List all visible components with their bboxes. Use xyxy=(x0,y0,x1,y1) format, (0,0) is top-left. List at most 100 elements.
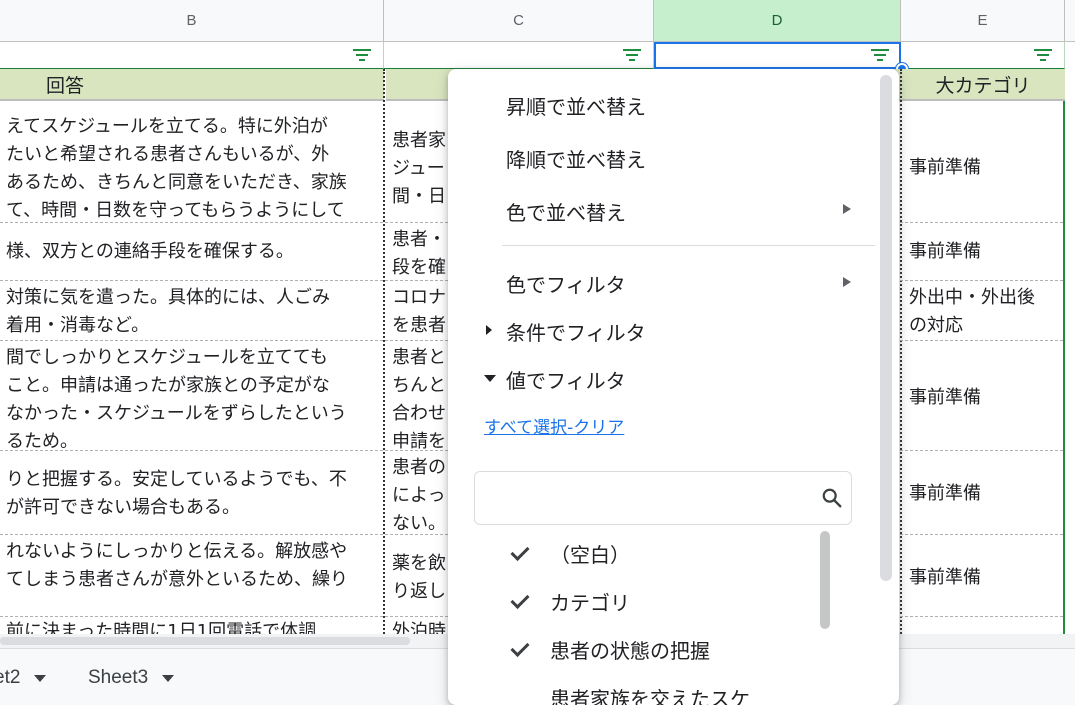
column-header-b[interactable]: B xyxy=(0,0,384,42)
header-cell-e[interactable]: 大カテゴリ xyxy=(901,69,1065,101)
value-option[interactable]: 患者家族を交えたスケ xyxy=(512,683,750,705)
values-list-scrollbar[interactable] xyxy=(820,531,830,629)
check-icon xyxy=(512,595,534,609)
submenu-arrow-icon xyxy=(843,204,851,214)
column-letter: E xyxy=(977,12,988,29)
sheet-tab[interactable]: Sheet3 xyxy=(88,667,175,689)
clear-link[interactable]: クリア xyxy=(573,418,624,438)
cell-text: 外泊時 xyxy=(392,621,446,634)
filter-by-color-item[interactable]: 色でフィルタ xyxy=(506,269,626,298)
sort-descending-item[interactable]: 降順で並べ替え xyxy=(506,144,646,173)
cell-text: ない。 xyxy=(392,513,446,534)
chevron-down-icon[interactable] xyxy=(34,674,47,682)
cell-b[interactable]: 対策に気を遣った。具体的には、人ごみ 着用・消毒など。 xyxy=(0,280,382,340)
cell-c[interactable]: 患者・ 段を確 xyxy=(386,222,456,280)
cell-text: ちんと xyxy=(392,375,446,396)
cell-text: あるため、きちんと同意をいただき、家族 xyxy=(6,172,347,193)
cell-e[interactable]: 事前準備 xyxy=(903,380,1063,420)
menu-divider xyxy=(502,245,875,246)
cell-c[interactable]: 患者と ちんと 合わせ 申請を xyxy=(386,340,456,450)
cell-b[interactable]: れないようにしっかりと伝える。解放感や てしまう患者さんが意外といるため、繰り xyxy=(0,534,382,596)
cell-b[interactable]: 前に決まった時間に1日1回電話で体調 xyxy=(0,618,382,634)
select-all-link[interactable]: すべて選択 xyxy=(484,418,567,438)
cell-text: 患者の xyxy=(392,457,446,478)
column-header-c[interactable]: C xyxy=(384,0,654,42)
cell-text: 患者と xyxy=(392,347,446,368)
cell-text: によっ xyxy=(392,485,446,506)
collapse-arrow-icon[interactable] xyxy=(484,375,496,382)
cell-text: 様、双方との連絡手段を確保する。 xyxy=(6,241,294,262)
column-header-e[interactable]: E xyxy=(901,0,1065,42)
cell-e[interactable]: 事前準備 xyxy=(903,150,1063,190)
column-letter: D xyxy=(771,12,783,29)
cell-text: 間でしっかりとスケジュールを立てても xyxy=(6,347,328,368)
cell-text: 外出中・外出後 xyxy=(909,287,1035,308)
cell-text: りと把握する。安定しているようでも、不 xyxy=(6,469,347,490)
cell-text: 事前準備 xyxy=(909,483,981,504)
cell-b[interactable]: りと把握する。安定しているようでも、不 が許可できない場合もある。 xyxy=(0,462,382,522)
cell-text: 薬を飲 xyxy=(392,553,446,574)
chevron-down-icon[interactable] xyxy=(162,674,175,682)
filter-icon[interactable] xyxy=(1034,48,1052,62)
menu-scrollbar[interactable] xyxy=(880,75,892,581)
cell-text: 合わせ xyxy=(392,403,446,424)
sort-by-color-item[interactable]: 色で並べ替え xyxy=(506,197,626,226)
sheet-tab[interactable]: et2 xyxy=(0,667,47,689)
cell-c[interactable]: 患者の によっ ない。 xyxy=(386,450,456,534)
column-header-d[interactable]: D xyxy=(654,0,901,42)
column-header-f[interactable] xyxy=(1065,0,1075,42)
cell-text: て、時間・日数を守ってもらうようにして xyxy=(6,200,345,221)
header-cell-b[interactable]: 回答 xyxy=(0,69,384,101)
cell-c[interactable]: 外泊時 xyxy=(386,618,456,634)
filter-menu: 昇順で並べ替え 降順で並べ替え 色で並べ替え 色でフィルタ 条件でフィルタ 値で… xyxy=(448,69,899,705)
sheet-tab-label: et2 xyxy=(0,667,21,688)
value-search-input[interactable] xyxy=(475,472,805,522)
scrollbar-thumb[interactable] xyxy=(0,637,410,645)
cell-b[interactable]: 様、双方との連絡手段を確保する。 xyxy=(0,234,382,274)
sheet-tab-label: Sheet3 xyxy=(88,667,149,688)
filter-icon[interactable] xyxy=(353,48,371,62)
cell-text: えてスケジュールを立てる。特に外泊が xyxy=(6,116,328,137)
value-option[interactable]: 患者の状態の把握 xyxy=(512,635,710,664)
filter-by-condition-item[interactable]: 条件でフィルタ xyxy=(506,317,646,346)
cell-e[interactable]: 事前準備 xyxy=(903,476,1063,516)
filter-icon[interactable] xyxy=(623,48,641,62)
cell-text: を患者 xyxy=(392,315,446,336)
filter-cell-b xyxy=(0,42,384,69)
cell-text: 事前準備 xyxy=(909,567,981,588)
expand-arrow-icon[interactable] xyxy=(486,325,492,335)
check-icon xyxy=(512,643,534,657)
cell-text: 患者家 xyxy=(392,130,446,151)
filter-by-values-item[interactable]: 値でフィルタ xyxy=(506,365,626,394)
filter-cell-e xyxy=(901,42,1065,69)
cell-text: 患者・ xyxy=(392,229,446,250)
cell-c[interactable]: 薬を飲 り返し xyxy=(386,546,456,606)
cell-text: 申請を xyxy=(392,431,446,450)
search-icon[interactable] xyxy=(821,487,843,509)
cell-c[interactable]: 患者家 ジュー 間・日 xyxy=(386,123,456,221)
cell-text: 前に決まった時間に1日1回電話で体調 xyxy=(6,621,317,634)
cell-text: コロナ xyxy=(392,287,446,308)
column-divider xyxy=(900,69,902,634)
cell-text: 対策に気を遣った。具体的には、人ごみ xyxy=(6,287,330,308)
cell-text: 着用・消毒など。 xyxy=(6,315,150,336)
column-divider xyxy=(383,69,385,634)
column-letter: C xyxy=(513,12,524,29)
cell-e[interactable]: 事前準備 xyxy=(903,560,1063,600)
cell-e[interactable]: 外出中・外出後 の対応 xyxy=(903,280,1063,340)
cell-text: るため。 xyxy=(6,431,78,450)
cell-text: 段を確 xyxy=(392,257,446,278)
cell-e[interactable]: 事前準備 xyxy=(903,234,1063,274)
cell-b[interactable]: 間でしっかりとスケジュールを立てても こと。申請は通ったが家族との予定がな なか… xyxy=(0,340,382,450)
value-option[interactable]: （空白） xyxy=(512,539,630,568)
value-option[interactable]: カテゴリ xyxy=(512,587,630,616)
cell-text: の対応 xyxy=(909,315,963,336)
cell-b[interactable]: えてスケジュールを立てる。特に外泊が たいと希望される患者さんもいるが、外 ある… xyxy=(0,109,382,221)
cell-text: てしまう患者さんが意外といるため、繰り xyxy=(6,569,348,590)
check-icon xyxy=(512,547,534,561)
sort-ascending-item[interactable]: 昇順で並べ替え xyxy=(506,91,646,120)
filter-icon[interactable] xyxy=(871,48,889,62)
value-search-box xyxy=(474,471,852,525)
cell-c[interactable]: コロナ を患者 xyxy=(386,280,456,340)
cell-text: 事前準備 xyxy=(909,387,981,408)
